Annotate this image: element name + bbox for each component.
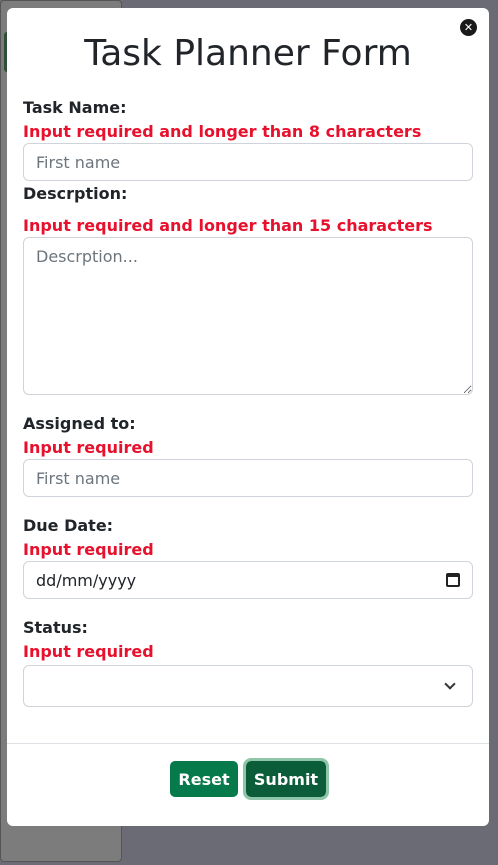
modal-title: Task Planner Form — [84, 33, 412, 74]
due-date-label: Due Date: — [23, 516, 114, 535]
description-label: Descrption: — [23, 184, 128, 203]
task-name-label: Task Name: — [23, 98, 127, 117]
due-date-value: dd/mm/yyyy — [36, 570, 137, 590]
task-planner-modal: ✕ Task Planner Form Task Name: Input req… — [7, 8, 489, 826]
description-error: Input required and longer than 15 charac… — [23, 216, 433, 235]
status-label: Status: — [23, 618, 88, 637]
description-textarea[interactable] — [23, 237, 473, 395]
reset-button[interactable]: Reset — [170, 761, 238, 797]
due-date-error: Input required — [23, 540, 154, 559]
assigned-to-error: Input required — [23, 438, 154, 457]
calendar-icon[interactable] — [446, 573, 460, 587]
assigned-to-input[interactable] — [23, 459, 473, 497]
status-error: Input required — [23, 642, 154, 661]
chevron-down-icon — [444, 678, 456, 690]
footer-divider — [7, 743, 489, 744]
task-name-input[interactable] — [23, 143, 473, 181]
task-name-error: Input required and longer than 8 charact… — [23, 122, 422, 141]
due-date-input[interactable]: dd/mm/yyyy — [23, 561, 473, 599]
submit-button[interactable]: Submit — [243, 758, 329, 800]
status-select[interactable] — [23, 665, 473, 707]
assigned-to-label: Assigned to: — [23, 414, 136, 433]
